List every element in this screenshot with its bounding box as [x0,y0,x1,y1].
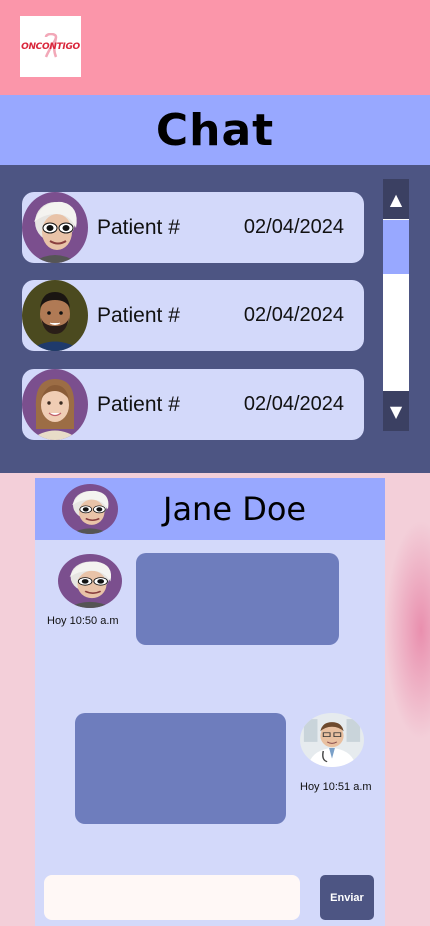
patient-message-avatar [58,554,122,608]
patient-date: 02/04/2024 [243,304,344,326]
top-bar: ONCONTIGO [0,0,430,95]
elderly-woman-sunglasses-avatar [22,192,88,263]
young-woman-avatar [22,369,88,440]
patient-date: 02/04/2024 [243,216,344,238]
chat-contact-name: Jane Doe [163,490,307,528]
patient-label: Patient # [97,304,180,327]
app-logo[interactable]: ONCONTIGO [20,16,81,77]
message-time: Hoy 10:51 a.m [300,781,372,793]
patient-card[interactable]: Patient # 02/04/2024 [22,192,364,263]
patient-label: Patient # [97,216,180,239]
arrow-down-icon[interactable]: ▼ [383,391,409,431]
send-button[interactable]: Enviar [320,875,374,920]
patient-card[interactable]: Patient # 02/04/2024 [22,280,364,351]
arrow-up-icon[interactable]: ▲ [383,179,409,219]
message-input[interactable] [44,875,300,920]
chat-header: Jane Doe [35,478,385,540]
page-title: Chat [155,104,275,156]
chat-panel: Jane Doe [35,478,385,926]
contact-avatar [62,484,118,534]
patient-list: Patient # 02/04/2024 Patient # 02/04/202… [0,165,430,473]
doctor-avatar [300,713,364,767]
patient-card[interactable]: Patient # 02/04/2024 [22,369,364,440]
patient-date: 02/04/2024 [243,393,344,415]
title-bar: Chat [0,95,430,165]
message-bubble [75,713,286,824]
bearded-man-avatar [22,280,88,351]
scroll-thumb[interactable] [383,220,409,274]
message-time: Hoy 10:50 a.m [47,615,119,627]
patient-list-scrollbar[interactable]: ▲ ▼ [383,179,409,431]
message-bubble [136,553,339,645]
logo-text: ONCONTIGO [21,41,80,52]
background-decoration [385,520,430,740]
patient-label: Patient # [97,393,180,416]
